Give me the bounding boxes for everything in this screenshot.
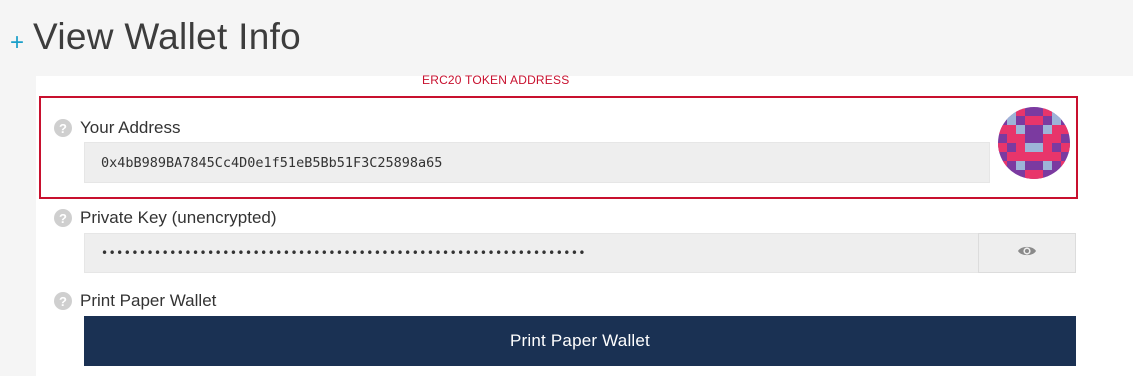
eye-icon [1017,244,1037,263]
print-paper-wallet-label-row: ? Print Paper Wallet [54,291,216,311]
print-paper-wallet-button-label: Print Paper Wallet [510,331,650,350]
plus-icon[interactable]: + [10,31,24,55]
question-circle-icon[interactable]: ? [54,209,72,227]
wallet-info-panel: ERC20 TOKEN ADDRESS ? Your Address 0x4bB… [36,73,1133,376]
question-circle-icon[interactable]: ? [54,292,72,310]
question-circle-icon[interactable]: ? [54,119,72,137]
page-title: View Wallet Info [33,16,302,57]
address-value: 0x4bB989BA7845Cc4D0e1f51eB5Bb51F3C25898a… [101,154,443,171]
print-paper-wallet-button[interactable]: Print Paper Wallet [84,316,1076,366]
your-address-label: Your Address [80,118,181,137]
private-key-label: Private Key (unencrypted) [80,208,277,227]
page-header: + View Wallet Info [10,14,301,60]
your-address-label-row: ? Your Address [54,118,181,138]
address-identicon [998,107,1070,179]
private-key-masked-value: ••••••••••••••••••••••••••••••••••••••••… [101,246,586,260]
print-paper-wallet-label: Print Paper Wallet [80,291,217,310]
toggle-visibility-button[interactable] [978,233,1076,273]
address-field[interactable]: 0x4bB989BA7845Cc4D0e1f51eB5Bb51F3C25898a… [84,142,990,183]
annotation-label: ERC20 TOKEN ADDRESS [422,73,570,87]
private-key-field[interactable]: ••••••••••••••••••••••••••••••••••••••••… [84,233,979,273]
private-key-label-row: ? Private Key (unencrypted) [54,208,277,228]
